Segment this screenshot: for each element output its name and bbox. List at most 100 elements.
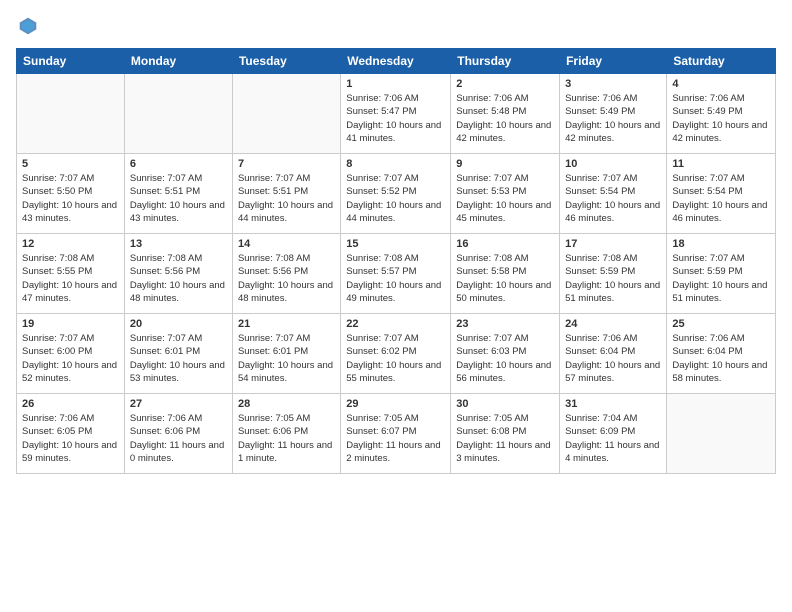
day-cell: 28 Sunrise: 7:05 AMSunset: 6:06 PMDayligh… bbox=[232, 394, 340, 474]
day-number: 10 bbox=[565, 158, 661, 170]
day-info: Sunrise: 7:06 AMSunset: 6:06 PMDaylight:… bbox=[130, 412, 227, 465]
day-info: Sunrise: 7:07 AMSunset: 6:01 PMDaylight:… bbox=[130, 332, 227, 385]
day-number: 15 bbox=[346, 238, 445, 250]
day-cell: 3Sunrise: 7:06 AMSunset: 5:49 PMDaylight… bbox=[560, 74, 667, 154]
week-row-3: 12 Sunrise: 7:08 AMSunset: 5:55 PMDayligh… bbox=[17, 234, 776, 314]
day-info: Sunrise: 7:04 AMSunset: 6:09 PMDaylight:… bbox=[565, 412, 661, 465]
weekday-header-sunday: Sunday bbox=[17, 49, 125, 74]
day-number: 28 bbox=[238, 398, 335, 410]
day-info: Sunrise: 7:05 AMSunset: 6:06 PMDaylight:… bbox=[238, 412, 335, 465]
day-cell: 12 Sunrise: 7:08 AMSunset: 5:55 PMDayligh… bbox=[17, 234, 125, 314]
day-number: 1 bbox=[346, 78, 445, 90]
day-number: 3 bbox=[565, 78, 661, 90]
day-number: 24 bbox=[565, 318, 661, 330]
calendar-page: SundayMondayTuesdayWednesdayThursdayFrid… bbox=[0, 0, 792, 612]
day-info: Sunrise: 7:08 AMSunset: 5:59 PMDaylight:… bbox=[565, 252, 661, 305]
day-cell: 21 Sunrise: 7:07 AMSunset: 6:01 PMDayligh… bbox=[232, 314, 340, 394]
day-cell: 17 Sunrise: 7:08 AMSunset: 5:59 PMDayligh… bbox=[560, 234, 667, 314]
weekday-header-thursday: Thursday bbox=[451, 49, 560, 74]
week-row-4: 19 Sunrise: 7:07 AMSunset: 6:00 PMDayligh… bbox=[17, 314, 776, 394]
day-cell: 15 Sunrise: 7:08 AMSunset: 5:57 PMDayligh… bbox=[341, 234, 451, 314]
day-info: Sunrise: 7:07 AMSunset: 5:50 PMDaylight:… bbox=[22, 172, 119, 225]
day-number: 22 bbox=[346, 318, 445, 330]
weekday-header-monday: Monday bbox=[124, 49, 232, 74]
day-info: Sunrise: 7:06 AMSunset: 6:04 PMDaylight:… bbox=[672, 332, 770, 385]
day-info: Sunrise: 7:07 AMSunset: 5:51 PMDaylight:… bbox=[238, 172, 335, 225]
day-number: 11 bbox=[672, 158, 770, 170]
day-info: Sunrise: 7:07 AMSunset: 5:51 PMDaylight:… bbox=[130, 172, 227, 225]
day-cell: 11 Sunrise: 7:07 AMSunset: 5:54 PMDayligh… bbox=[667, 154, 776, 234]
day-info: Sunrise: 7:08 AMSunset: 5:55 PMDaylight:… bbox=[22, 252, 119, 305]
day-cell bbox=[232, 74, 340, 154]
day-cell: 8Sunrise: 7:07 AMSunset: 5:52 PMDaylight… bbox=[341, 154, 451, 234]
day-cell: 19 Sunrise: 7:07 AMSunset: 6:00 PMDayligh… bbox=[17, 314, 125, 394]
day-number: 2 bbox=[456, 78, 554, 90]
day-info: Sunrise: 7:07 AMSunset: 6:02 PMDaylight:… bbox=[346, 332, 445, 385]
week-row-2: 5 Sunrise: 7:07 AMSunset: 5:50 PMDaylight… bbox=[17, 154, 776, 234]
day-info: Sunrise: 7:07 AMSunset: 5:54 PMDaylight:… bbox=[672, 172, 770, 225]
weekday-header-row: SundayMondayTuesdayWednesdayThursdayFrid… bbox=[17, 49, 776, 74]
day-number: 4 bbox=[672, 78, 770, 90]
day-cell: 29Sunrise: 7:05 AMSunset: 6:07 PMDayligh… bbox=[341, 394, 451, 474]
day-number: 29 bbox=[346, 398, 445, 410]
day-number: 9 bbox=[456, 158, 554, 170]
day-cell: 30 Sunrise: 7:05 AMSunset: 6:08 PMDayligh… bbox=[451, 394, 560, 474]
calendar-table: SundayMondayTuesdayWednesdayThursdayFrid… bbox=[16, 48, 776, 474]
day-number: 14 bbox=[238, 238, 335, 250]
day-number: 12 bbox=[22, 238, 119, 250]
day-info: Sunrise: 7:06 AMSunset: 5:49 PMDaylight:… bbox=[672, 92, 770, 145]
logo-icon bbox=[18, 16, 38, 36]
day-number: 16 bbox=[456, 238, 554, 250]
week-row-5: 26 Sunrise: 7:06 AMSunset: 6:05 PMDayligh… bbox=[17, 394, 776, 474]
day-info: Sunrise: 7:06 AMSunset: 6:05 PMDaylight:… bbox=[22, 412, 119, 465]
logo bbox=[16, 16, 38, 36]
day-cell: 18Sunrise: 7:07 AMSunset: 5:59 PMDayligh… bbox=[667, 234, 776, 314]
day-number: 6 bbox=[130, 158, 227, 170]
day-info: Sunrise: 7:08 AMSunset: 5:56 PMDaylight:… bbox=[130, 252, 227, 305]
day-cell: 22 Sunrise: 7:07 AMSunset: 6:02 PMDayligh… bbox=[341, 314, 451, 394]
day-info: Sunrise: 7:07 AMSunset: 5:59 PMDaylight:… bbox=[672, 252, 770, 305]
day-number: 26 bbox=[22, 398, 119, 410]
day-cell: 10 Sunrise: 7:07 AMSunset: 5:54 PMDayligh… bbox=[560, 154, 667, 234]
day-cell: 9 Sunrise: 7:07 AMSunset: 5:53 PMDaylight… bbox=[451, 154, 560, 234]
day-cell: 24 Sunrise: 7:06 AMSunset: 6:04 PMDayligh… bbox=[560, 314, 667, 394]
day-info: Sunrise: 7:07 AMSunset: 6:03 PMDaylight:… bbox=[456, 332, 554, 385]
day-info: Sunrise: 7:07 AMSunset: 5:53 PMDaylight:… bbox=[456, 172, 554, 225]
day-info: Sunrise: 7:07 AMSunset: 6:01 PMDaylight:… bbox=[238, 332, 335, 385]
day-info: Sunrise: 7:08 AMSunset: 5:57 PMDaylight:… bbox=[346, 252, 445, 305]
day-cell: 13 Sunrise: 7:08 AMSunset: 5:56 PMDayligh… bbox=[124, 234, 232, 314]
day-number: 27 bbox=[130, 398, 227, 410]
day-info: Sunrise: 7:07 AMSunset: 5:54 PMDaylight:… bbox=[565, 172, 661, 225]
day-cell: 31Sunrise: 7:04 AMSunset: 6:09 PMDayligh… bbox=[560, 394, 667, 474]
day-number: 13 bbox=[130, 238, 227, 250]
day-number: 17 bbox=[565, 238, 661, 250]
day-cell: 14Sunrise: 7:08 AMSunset: 5:56 PMDayligh… bbox=[232, 234, 340, 314]
day-cell: 4 Sunrise: 7:06 AMSunset: 5:49 PMDaylight… bbox=[667, 74, 776, 154]
day-info: Sunrise: 7:06 AMSunset: 6:04 PMDaylight:… bbox=[565, 332, 661, 385]
day-number: 20 bbox=[130, 318, 227, 330]
weekday-header-wednesday: Wednesday bbox=[341, 49, 451, 74]
day-cell: 20 Sunrise: 7:07 AMSunset: 6:01 PMDayligh… bbox=[124, 314, 232, 394]
day-info: Sunrise: 7:05 AMSunset: 6:08 PMDaylight:… bbox=[456, 412, 554, 465]
day-cell: 5 Sunrise: 7:07 AMSunset: 5:50 PMDaylight… bbox=[17, 154, 125, 234]
day-number: 25 bbox=[672, 318, 770, 330]
day-number: 21 bbox=[238, 318, 335, 330]
day-cell: 6 Sunrise: 7:07 AMSunset: 5:51 PMDaylight… bbox=[124, 154, 232, 234]
day-number: 5 bbox=[22, 158, 119, 170]
day-cell: 26 Sunrise: 7:06 AMSunset: 6:05 PMDayligh… bbox=[17, 394, 125, 474]
day-number: 19 bbox=[22, 318, 119, 330]
day-cell: 23 Sunrise: 7:07 AMSunset: 6:03 PMDayligh… bbox=[451, 314, 560, 394]
weekday-header-friday: Friday bbox=[560, 49, 667, 74]
day-cell: 7Sunrise: 7:07 AMSunset: 5:51 PMDaylight… bbox=[232, 154, 340, 234]
day-info: Sunrise: 7:06 AMSunset: 5:47 PMDaylight:… bbox=[346, 92, 445, 145]
weekday-header-saturday: Saturday bbox=[667, 49, 776, 74]
header bbox=[16, 16, 776, 36]
day-number: 8 bbox=[346, 158, 445, 170]
day-cell bbox=[17, 74, 125, 154]
week-row-1: 1 Sunrise: 7:06 AMSunset: 5:47 PMDaylight… bbox=[17, 74, 776, 154]
day-number: 23 bbox=[456, 318, 554, 330]
day-cell: 1 Sunrise: 7:06 AMSunset: 5:47 PMDaylight… bbox=[341, 74, 451, 154]
day-info: Sunrise: 7:07 AMSunset: 6:00 PMDaylight:… bbox=[22, 332, 119, 385]
day-number: 30 bbox=[456, 398, 554, 410]
day-cell bbox=[124, 74, 232, 154]
